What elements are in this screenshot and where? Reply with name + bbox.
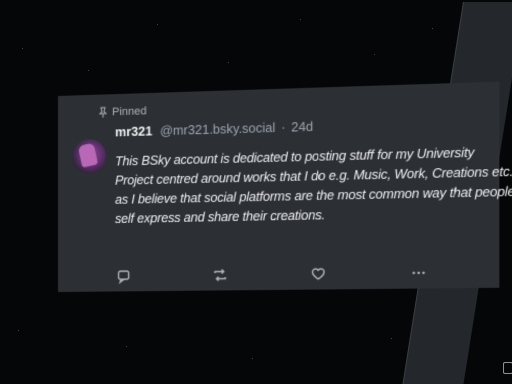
pinned-label: Pinned xyxy=(112,105,147,119)
star xyxy=(126,346,127,347)
user-handle[interactable]: @mr321.bsky.social xyxy=(160,121,275,138)
star xyxy=(157,24,158,25)
star xyxy=(391,338,392,339)
star xyxy=(252,358,253,359)
post-actions xyxy=(116,264,440,284)
star xyxy=(228,62,229,63)
display-name[interactable]: mr321 xyxy=(115,124,152,139)
pinned-post-card[interactable]: Pinned mr321 @mr321.bsky.social · 24d Th… xyxy=(58,81,512,293)
star xyxy=(432,28,433,29)
star xyxy=(374,54,375,55)
star xyxy=(88,70,89,71)
pinned-indicator: Pinned xyxy=(98,105,147,119)
pin-icon xyxy=(98,106,108,118)
star xyxy=(18,330,19,331)
avatar-image xyxy=(77,142,99,168)
repost-icon[interactable] xyxy=(212,267,229,283)
star xyxy=(22,48,23,49)
heart-icon[interactable] xyxy=(310,266,327,283)
avatar[interactable] xyxy=(71,138,107,174)
partial-icon xyxy=(503,362,512,374)
star xyxy=(300,19,301,20)
header-separator: · xyxy=(281,120,286,135)
post-age[interactable]: 24d xyxy=(291,120,313,135)
reply-icon[interactable] xyxy=(116,268,132,284)
post-text: This BSky account is dedicated to postin… xyxy=(115,145,512,227)
post-header: mr321 @mr321.bsky.social · 24d xyxy=(115,120,313,140)
more-icon[interactable] xyxy=(410,264,427,281)
